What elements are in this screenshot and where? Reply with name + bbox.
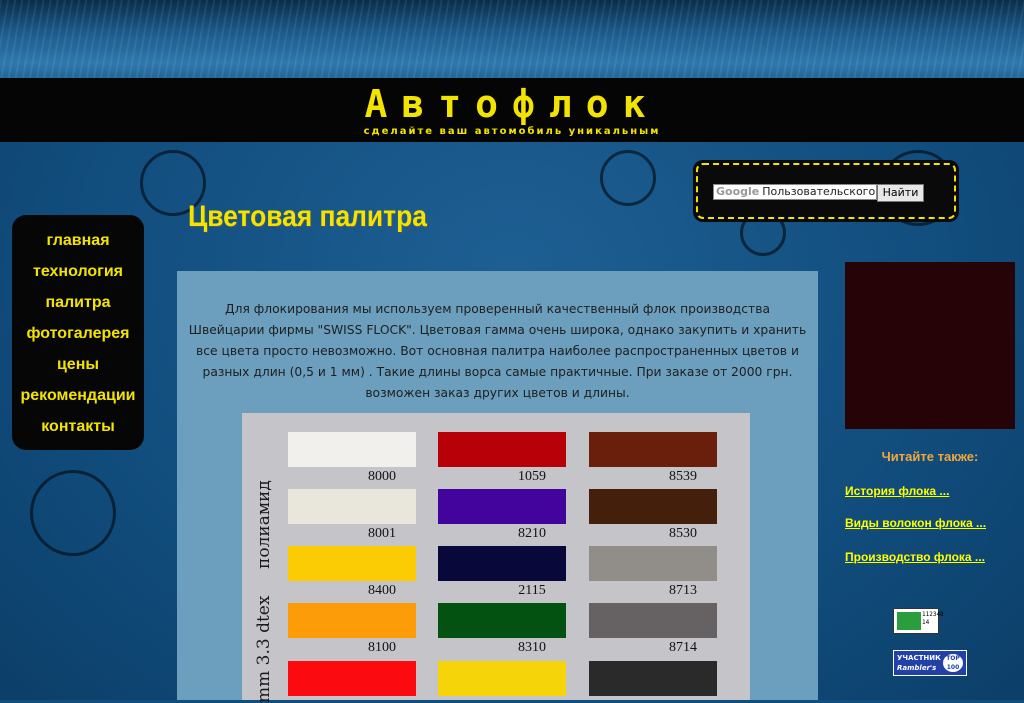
color-swatch — [288, 661, 416, 696]
counter-value-2: 14 — [922, 619, 930, 626]
color-swatch — [288, 432, 416, 467]
color-swatch — [438, 432, 566, 467]
content-panel: Для флокирования мы используем проверенн… — [177, 271, 818, 703]
color-code-label: 8400 — [368, 583, 396, 598]
rambler-participant-label: УЧАСТНИК — [897, 654, 941, 662]
nav-item-photo-gallery[interactable]: фотогалерея — [12, 318, 144, 349]
color-code-label: 1059 — [518, 469, 546, 484]
palette-side-label-dtex: mm 3.3 dtex — [254, 595, 274, 703]
ad-banner-box[interactable] — [845, 262, 1015, 429]
color-swatch — [288, 489, 416, 524]
top100-icon: TOP 100 — [943, 654, 963, 672]
color-swatch — [589, 661, 717, 696]
color-code-label: 8001 — [368, 526, 396, 541]
color-swatch — [589, 546, 717, 581]
color-code-label: 8210 — [518, 526, 546, 541]
counter-value-1: 112348 — [922, 611, 944, 618]
search-box: GoogleПользовательского по Найти — [693, 160, 959, 222]
color-code-label: 8714 — [669, 640, 697, 655]
palette-side-label-polyamide: полиамид — [254, 480, 274, 569]
color-palette-image: полиамид mm 3.3 dtex 8000 1059 8539 8001 821… — [242, 413, 750, 703]
nav-item-technology[interactable]: технология — [12, 256, 144, 287]
color-swatch — [438, 603, 566, 638]
search-placeholder: Пользовательского по — [762, 185, 876, 198]
site-title[interactable]: Автофлок — [0, 82, 1024, 126]
rambler-top100-badge[interactable]: УЧАСТНИК Rambler's TOP 100 — [893, 650, 967, 676]
nav-item-contacts[interactable]: контакты — [12, 411, 144, 442]
color-swatch — [589, 489, 717, 524]
color-swatch — [589, 603, 717, 638]
color-code-label: 2115 — [518, 583, 546, 598]
color-swatch — [438, 546, 566, 581]
color-swatch — [288, 546, 416, 581]
nav-item-home[interactable]: главная — [12, 225, 144, 256]
search-input[interactable]: GoogleПользовательского по — [713, 184, 877, 200]
search-button[interactable]: Найти — [877, 184, 924, 202]
nav-item-recommendations[interactable]: рекомендации — [12, 380, 144, 411]
page-title: Цветовая палитра — [188, 200, 427, 233]
grass-texture — [0, 0, 1024, 90]
intro-text: Для флокирования мы используем проверенн… — [188, 302, 807, 400]
color-swatch — [589, 432, 717, 467]
decorative-swirl — [600, 150, 656, 206]
site-counter-badge[interactable]: 112348 14 — [893, 608, 944, 634]
color-code-label: 8000 — [368, 469, 396, 484]
nav-item-palette[interactable]: палитра — [12, 287, 144, 318]
rambler-brand-label: Rambler's — [897, 664, 937, 672]
link-flock-production[interactable]: Производство флока ... — [845, 550, 985, 564]
color-code-label: 8100 — [368, 640, 396, 655]
link-flock-fiber-types[interactable]: Виды волокон флока ... — [845, 516, 986, 530]
site-tagline: сделайте ваш автомобиль уникальным — [363, 126, 661, 137]
color-swatch — [438, 489, 566, 524]
google-logo: Google — [716, 185, 760, 198]
color-swatch — [438, 661, 566, 696]
house-icon — [897, 612, 921, 630]
color-code-label: 8530 — [669, 526, 697, 541]
color-code-label: 8713 — [669, 583, 697, 598]
color-swatch — [288, 603, 416, 638]
link-flock-history[interactable]: История флока ... — [845, 484, 949, 498]
nav-list: главная технология палитра фотогалерея ц… — [12, 225, 144, 442]
nav-item-prices[interactable]: цены — [12, 349, 144, 380]
read-also-title: Читайте также: — [881, 449, 979, 464]
color-code-label: 8539 — [669, 469, 697, 484]
decorative-swirl — [30, 470, 116, 556]
main-navigation: главная технология палитра фотогалерея ц… — [12, 215, 144, 450]
color-code-label: 8310 — [518, 640, 546, 655]
